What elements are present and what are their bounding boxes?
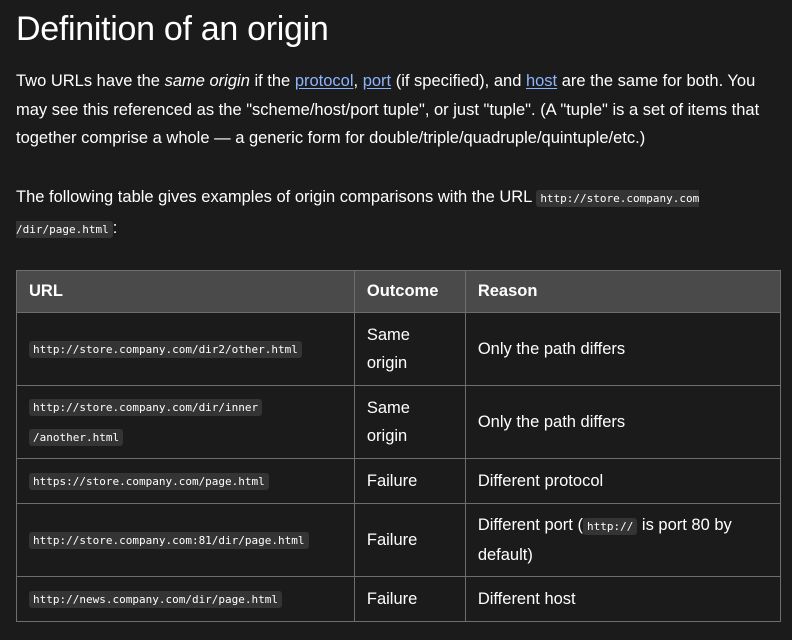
host-link[interactable]: host (526, 72, 557, 90)
reason-code: http:// (582, 518, 638, 535)
table-row: http://store.company.com/dir2/other.html… (16, 312, 782, 386)
origin-comparison-table: URL Outcome Reason http://store.company.… (16, 270, 782, 622)
outcome-cell: Failure (353, 576, 466, 622)
column-header-reason: Reason (464, 270, 782, 313)
reason-cell: Only the path differs (464, 312, 782, 386)
reference-url-part: /dir/page.html (16, 222, 109, 236)
same-origin-emphasis: same origin (164, 72, 250, 90)
intro-text: , (353, 72, 363, 90)
protocol-link[interactable]: protocol (295, 72, 354, 90)
reason-text: Different port ( (477, 516, 583, 534)
outcome-cell: Same origin (353, 385, 466, 459)
outcome-text: Same (366, 326, 410, 344)
port-link[interactable]: port (363, 72, 391, 90)
table-row: https://store.company.com/page.html Fail… (16, 458, 782, 504)
url-cell: http://news.company.com/dir/page.html (16, 576, 355, 622)
url-cell: http://store.company.com:81/dir/page.htm… (16, 503, 355, 577)
url-code: http://store.company.com/dir/inner (29, 399, 263, 416)
outcome-cell: Same origin (353, 312, 466, 386)
table-intro-text: The following table gives examples of or… (16, 188, 537, 206)
table-row: http://news.company.com/dir/page.html Fa… (16, 576, 782, 622)
url-code: https://store.company.com/page.html (29, 473, 269, 490)
url-code: http://store.company.com/dir2/other.html (29, 341, 302, 358)
outcome-text: origin (366, 427, 408, 445)
url-code: http://store.company.com:81/dir/page.htm… (29, 532, 309, 549)
outcome-cell: Failure (353, 458, 466, 504)
table-intro-paragraph: The following table gives examples of or… (16, 183, 780, 244)
column-header-url: URL (16, 270, 355, 313)
page-title: Definition of an origin (16, 10, 329, 48)
intro-text: if the (249, 72, 295, 90)
reason-cell: Different port (http:// is port 80 by de… (464, 503, 782, 577)
url-code: http://news.company.com/dir/page.html (29, 591, 283, 608)
table-header-row: URL Outcome Reason (16, 270, 782, 313)
url-cell: http://store.company.com/dir/inner/anoth… (16, 385, 355, 459)
reason-cell: Different protocol (464, 458, 782, 504)
url-code: /another.html (29, 429, 124, 446)
table-row: http://store.company.com:81/dir/page.htm… (16, 503, 782, 577)
reference-url-part: http://store.company.com (540, 192, 700, 205)
outcome-cell: Failure (353, 503, 466, 577)
intro-text: Two URLs have the (16, 72, 165, 90)
intro-text: (if specified), and (391, 72, 526, 90)
outcome-text: origin (366, 354, 408, 372)
outcome-text: Same (366, 399, 410, 417)
column-header-outcome: Outcome (353, 270, 466, 313)
url-cell: https://store.company.com/page.html (16, 458, 355, 504)
table-row: http://store.company.com/dir/inner/anoth… (16, 385, 782, 459)
intro-paragraph: Two URLs have the same origin if the pro… (16, 67, 780, 153)
table-intro-suffix: : (112, 218, 118, 237)
url-cell: http://store.company.com/dir2/other.html (16, 312, 355, 386)
reason-cell: Different host (464, 576, 782, 622)
reason-cell: Only the path differs (464, 385, 782, 459)
